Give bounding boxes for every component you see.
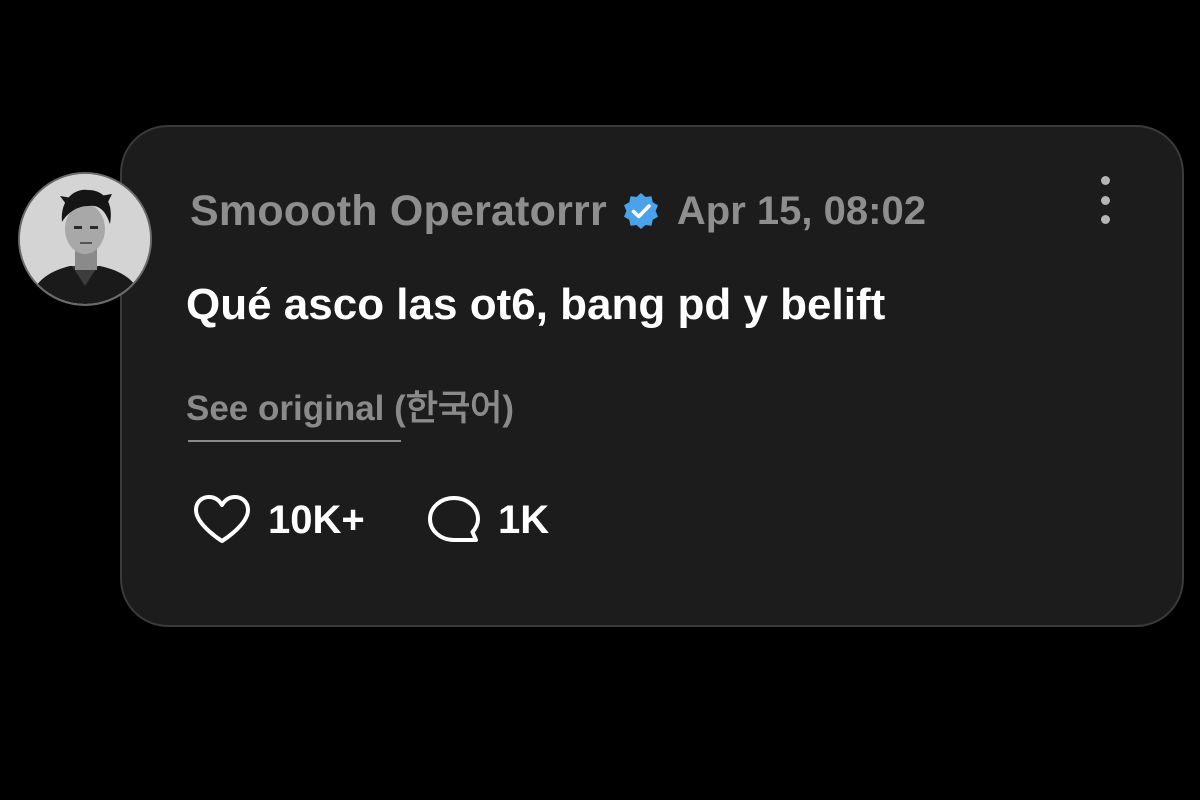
more-vertical-icon-dot [1100, 215, 1110, 224]
post-body-text: Qué asco las ot6, bang pd y belift [186, 280, 886, 329]
more-vertical-icon-dot [1100, 195, 1110, 205]
heart-icon [194, 495, 250, 543]
speech-bubble-icon [428, 496, 480, 542]
post-header: Smoooth Operatorrr Apr 15, 08:02 [190, 186, 926, 236]
reply-button[interactable]: 1K [426, 494, 549, 546]
avatar-photo [20, 174, 150, 304]
avatar[interactable] [18, 172, 152, 306]
like-count: 10K+ [268, 497, 365, 542]
username[interactable]: Smoooth Operatorrr [190, 187, 607, 236]
more-vertical-icon [1100, 176, 1110, 185]
more-options-button[interactable] [1088, 176, 1122, 224]
timestamp: Apr 15, 08:02 [676, 188, 926, 233]
divider [188, 440, 401, 442]
verified-badge-icon [621, 191, 661, 231]
like-button[interactable]: 10K+ [192, 494, 365, 546]
see-original-link[interactable]: See original (한국어) [186, 380, 514, 431]
screen: Smoooth Operatorrr Apr 15, 08:02 Qué asc… [0, 0, 1200, 800]
reply-count: 1K [498, 497, 550, 542]
